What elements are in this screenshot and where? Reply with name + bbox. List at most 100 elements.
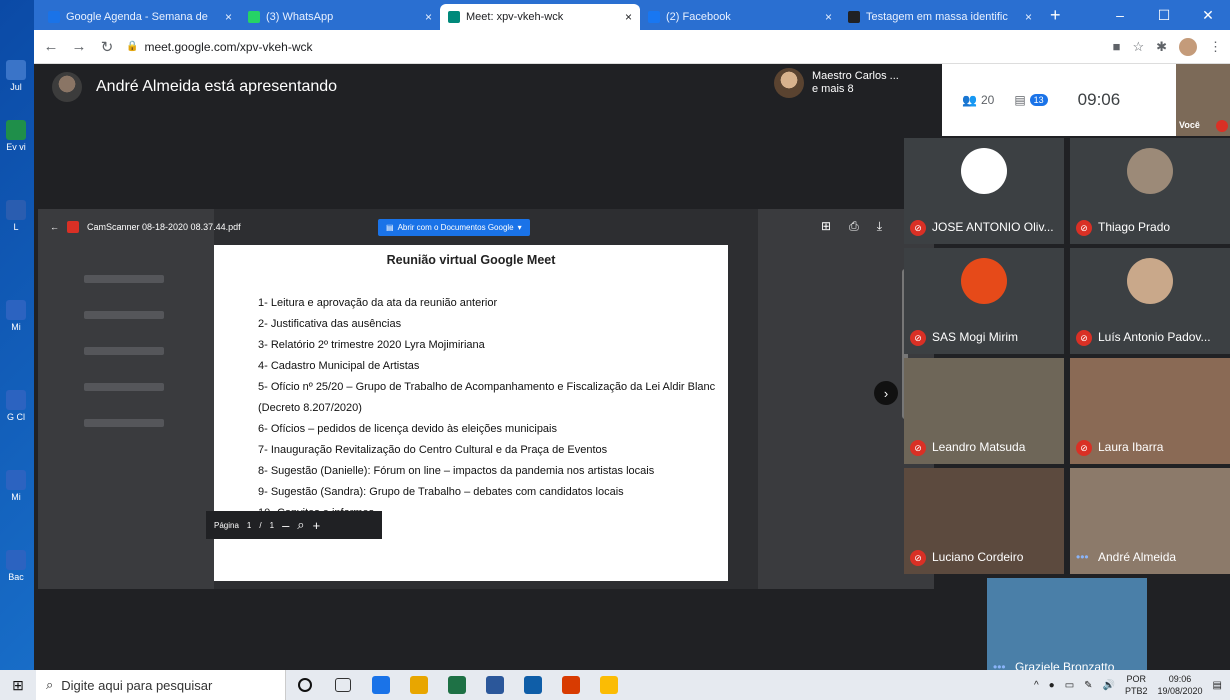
participant-tile[interactable]: ⊘ Luís Antonio Padov... [1070,248,1230,354]
participant-tile[interactable]: ••• Graziele Bronzatto [987,578,1147,670]
agenda-item: 6- Ofícios – pedidos de licença devido à… [258,423,557,435]
participant-avatar [987,578,1147,670]
taskbar-app-icon[interactable] [438,670,476,700]
cortana-icon[interactable] [286,670,324,700]
browser-tab[interactable]: Google Agenda - Semana de × [40,4,240,30]
print-icon[interactable]: ⎙ [849,219,859,234]
pen-icon[interactable]: ✎ [1084,680,1092,691]
new-tab-button[interactable]: + [1040,5,1071,30]
tray-date: 19/08/2020 [1157,686,1203,696]
taskbar-search[interactable]: ⌕ Digite aqui para pesquisar [36,670,286,700]
mic-off-icon: ⊘ [1076,440,1092,456]
zoom-out-button[interactable]: – [282,518,289,533]
open-with-button[interactable]: ▤ Abrir com o Documentos Google ▾ [378,218,530,236]
desktop-icon[interactable]: Bac [2,550,30,582]
close-tab-icon[interactable]: × [1025,10,1032,24]
taskbar-app-icon[interactable] [476,670,514,700]
browser-tab[interactable]: (2) Facebook × [640,4,840,30]
lock-icon: 🔒 [126,41,139,52]
taskbar-app-icon[interactable] [400,670,438,700]
tab-label: Testagem em massa identific [866,11,1008,23]
close-tab-icon[interactable]: × [625,10,632,24]
taskbar-app-icon[interactable] [362,670,400,700]
windows-start-icon[interactable]: ⊞ [0,677,36,694]
tray-time: 09:06 [1168,674,1192,684]
menu-icon[interactable]: ⋮ [1209,39,1222,55]
chat-button[interactable]: ▤ 13 [1014,93,1048,107]
notification-icon[interactable]: ▤ [1213,680,1222,691]
taskbar-app-icon[interactable] [590,670,628,700]
close-tab-icon[interactable]: × [225,10,232,24]
volume-icon[interactable]: 🔊 [1103,680,1115,691]
close-window-button[interactable]: ✕ [1186,0,1230,30]
participant-name: André Almeida [1098,550,1177,564]
doc-actions: ⊞ ⎙ ⤓ ⋮ [821,219,912,234]
speaking-icon: ••• [1076,550,1089,564]
browser-tab[interactable]: Meet: xpv-vkeh-wck × [440,4,640,30]
back-arrow-icon[interactable]: ← [50,222,59,232]
minimize-button[interactable]: – [1098,0,1142,30]
forward-icon[interactable]: → [70,38,88,55]
maximize-button[interactable]: ☐ [1142,0,1186,30]
close-tab-icon[interactable]: × [825,10,832,24]
mic-icon[interactable]: ● [1049,680,1055,691]
profile-avatar[interactable] [1179,37,1197,56]
participant-tile[interactable]: ⊘ JOSE ANTONIO Oliv... [904,138,1064,244]
taskbar-app-icon[interactable] [514,670,552,700]
favicon-icon [448,11,460,23]
address-bar[interactable]: 🔒 meet.google.com/xpv-vkeh-wck [126,40,1103,54]
close-tab-icon[interactable]: × [425,10,432,24]
extension-icon[interactable]: ✱ [1156,39,1167,55]
desktop-icon[interactable]: Ev vi [2,120,30,152]
desktop-icon[interactable]: G Cl [2,390,30,422]
desktop-icon[interactable]: Mi [2,300,30,332]
desktop-icon[interactable]: L [2,200,30,232]
taskbar-app-icon[interactable] [552,670,590,700]
agenda-item: 7- Inauguração Revitalização do Centro C… [258,444,608,456]
participant-tile[interactable]: ⊘ Luciano Cordeiro [904,468,1064,574]
participant-tile[interactable]: ⊘ Thiago Prado [1070,138,1230,244]
mic-off-icon: ⊘ [1076,220,1092,236]
zoom-in-button[interactable]: + [313,518,321,533]
menu-line [84,383,164,391]
self-view[interactable]: Você [1176,64,1230,136]
other-participants[interactable]: Maestro Carlos ... e mais 8 [774,68,899,98]
document-title: Reunião virtual Google Meet [386,253,556,267]
add-comment-icon[interactable]: ⊞ [821,219,831,234]
reload-icon[interactable]: ↻ [98,38,116,56]
camera-icon[interactable]: ■ [1113,39,1121,54]
toolbar-icons: ■ ☆ ✱ ⋮ [1113,37,1222,56]
star-icon[interactable]: ☆ [1132,39,1144,55]
participant-tile[interactable]: ⊘ Leandro Matsuda [904,358,1064,464]
people-button[interactable]: 👥 20 [962,93,994,107]
browser-tab[interactable]: Testagem em massa identific × [840,4,1040,30]
tab-label: Meet: xpv-vkeh-wck [466,11,564,23]
participant-tile[interactable]: ⊘ SAS Mogi Mirim [904,248,1064,354]
download-icon[interactable]: ⤓ [877,219,882,234]
browser-window: Google Agenda - Semana de × (3) WhatsApp × M… [34,0,1230,670]
chat-badge: 13 [1029,94,1048,106]
agenda-item: 9- Sugestão (Sandra): Grupo de Trabalho … [258,486,624,498]
agenda-list: 1- Leitura e aprovação da ata da reunião… [258,293,718,524]
clock-tray[interactable]: 09:06 19/08/2020 [1158,673,1203,697]
next-page-button[interactable]: › [874,381,898,405]
app-icon [524,676,542,694]
doc-toolbar: ← CamScanner 08-18-2020 08.37.44.pdf ▤ A… [38,209,934,245]
app-icon [372,676,390,694]
participant-tile[interactable]: ••• André Almeida [1070,468,1230,574]
network-icon[interactable]: ▭ [1065,680,1074,691]
desktop-icon[interactable]: Jul [2,60,30,92]
back-icon[interactable]: ← [42,38,60,55]
participant-tile[interactable]: ⊘ Laura Ibarra [1070,358,1230,464]
browser-tab[interactable]: (3) WhatsApp × [240,4,440,30]
clock: 09:06 [1077,90,1121,109]
desktop-app-icon [6,300,26,320]
desktop-app-icon [6,60,26,80]
task-view-icon[interactable] [324,670,362,700]
chevron-up-icon[interactable]: ^ [1034,680,1039,691]
desktop-icon-label: Jul [10,82,22,92]
language-indicator[interactable]: POR PTB2 [1125,673,1148,697]
top-right-bar: Maestro Carlos ... e mais 8 👥 20 ▤ 13 09… [774,64,1230,136]
shared-screen: ← CamScanner 08-18-2020 08.37.44.pdf ▤ A… [38,209,934,589]
desktop-icon[interactable]: Mi [2,470,30,502]
